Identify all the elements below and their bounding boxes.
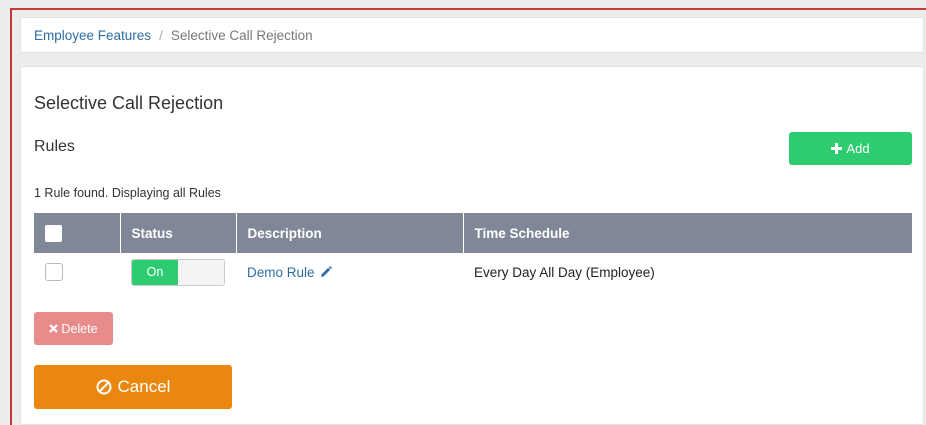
rule-count-text: 1 Rule found. Displaying all Rules bbox=[34, 186, 221, 200]
breadcrumb-separator: / bbox=[159, 27, 163, 43]
cancel-button-label: Cancel bbox=[117, 377, 171, 396]
breadcrumb-link-employee-features[interactable]: Employee Features bbox=[34, 28, 151, 43]
rules-section-title: Rules bbox=[34, 138, 75, 155]
pencil-icon bbox=[320, 265, 333, 278]
table-header-row: Status Description Time Schedule bbox=[34, 213, 912, 253]
status-toggle[interactable]: On bbox=[131, 258, 225, 286]
rules-table: Status Description Time Schedule On Demo… bbox=[34, 213, 912, 291]
header-time-schedule[interactable]: Time Schedule bbox=[463, 213, 912, 253]
ban-icon bbox=[96, 379, 112, 395]
breadcrumb: Employee Features / Selective Call Rejec… bbox=[20, 17, 924, 53]
row-description-cell: Demo Rule bbox=[236, 253, 463, 291]
rule-description-link[interactable]: Demo Rule bbox=[247, 264, 333, 280]
delete-button-label: Delete bbox=[61, 321, 98, 336]
breadcrumb-current: Selective Call Rejection bbox=[170, 27, 313, 43]
status-toggle-handle bbox=[178, 259, 224, 285]
row-status-cell: On bbox=[120, 253, 236, 291]
page-title: Selective Call Rejection bbox=[34, 93, 224, 113]
header-status[interactable]: Status bbox=[120, 213, 237, 253]
delete-button[interactable]: Delete bbox=[34, 312, 113, 345]
cancel-button[interactable]: Cancel bbox=[34, 365, 232, 409]
row-select-cell bbox=[34, 253, 120, 291]
add-rule-button[interactable]: Add bbox=[789, 132, 912, 165]
row-checkbox[interactable] bbox=[45, 263, 63, 281]
status-toggle-label: On bbox=[132, 259, 178, 285]
header-select-cell bbox=[34, 213, 121, 253]
add-button-label: Add bbox=[846, 141, 870, 156]
select-all-checkbox[interactable] bbox=[45, 224, 62, 242]
table-row: On Demo Rule Every Day All Day (Employee… bbox=[34, 253, 912, 291]
plus-icon bbox=[831, 143, 843, 154]
close-icon bbox=[49, 324, 59, 333]
main-panel: Selective Call Rejection Rules Add 1 Rul… bbox=[20, 66, 924, 425]
row-time-schedule-cell: Every Day All Day (Employee) bbox=[474, 264, 655, 280]
header-description[interactable]: Description bbox=[236, 213, 464, 253]
rule-description-text: Demo Rule bbox=[247, 264, 315, 280]
